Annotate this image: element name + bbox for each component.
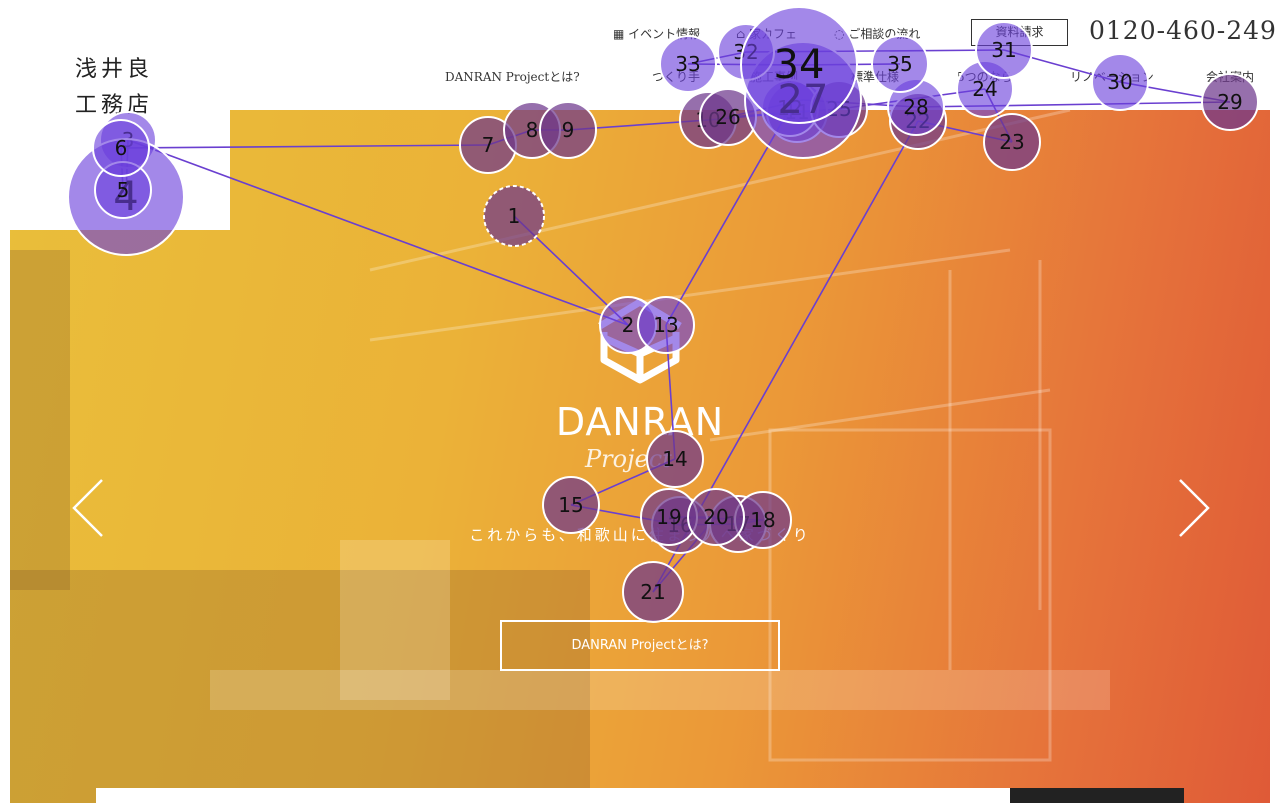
nav-builders[interactable]: つくり手 <box>652 68 700 85</box>
danran-house-logo <box>598 298 682 384</box>
nav-event-info-label: イベント情報 <box>628 27 701 41</box>
logo-line-1: 浅井良 <box>75 57 154 82</box>
scanpath-segment <box>838 88 986 110</box>
next-slide-arrow-icon[interactable] <box>1172 478 1212 538</box>
scanpath-segment <box>745 49 1005 53</box>
scanpath-segment <box>798 63 901 66</box>
nav-standard-spec[interactable]: 標準仕様 <box>851 68 899 85</box>
chat-icon: ◌ <box>834 27 845 41</box>
home-icon: ⌂ <box>736 27 746 41</box>
nav-five-reasons[interactable]: 5つのなら <box>957 68 1013 85</box>
nav-works[interactable]: 施工事例 <box>750 68 798 85</box>
search-bar-strip <box>96 788 1010 803</box>
nav-danran-project[interactable]: DANRAN Projectとは? <box>445 68 580 85</box>
nav-event-info[interactable]: ▦ イベント情報 <box>613 25 700 42</box>
hero-tagline: これからも、和歌山に住まう人へ家づくり <box>469 526 811 544</box>
nav-ie-cafe[interactable]: ⌂ 家カフェ <box>736 25 797 42</box>
logo-line-2: 工務店 <box>75 93 154 118</box>
phone-number[interactable]: 0120-460-249 <box>1089 16 1277 45</box>
fixation-label: 32 <box>733 40 758 64</box>
hero-brand-sub: Project <box>585 445 672 473</box>
calendar-icon: ▦ <box>613 27 625 41</box>
nav-consult-flow[interactable]: ◌ ご相談の流れ <box>834 25 920 42</box>
scanpath-segment <box>687 51 747 65</box>
nav-ie-cafe-label: 家カフェ <box>749 27 798 41</box>
nav-company[interactable]: 会社案内 <box>1206 68 1254 85</box>
scanpath-segment <box>802 99 917 108</box>
nav-renovation[interactable]: リノベーション <box>1070 68 1154 85</box>
site-logo[interactable]: 浅井良 工務店 <box>75 52 153 124</box>
hero-brand: DANRAN <box>555 400 725 444</box>
search-bar-button[interactable] <box>1010 788 1184 803</box>
scanpath-segment <box>687 63 800 66</box>
nav-consult-flow-label: ご相談の流れ <box>848 27 921 41</box>
scanpath-segment <box>1119 81 1231 103</box>
document-request-button[interactable]: 資料請求 <box>971 19 1068 46</box>
scanpath-segment <box>915 101 1231 108</box>
prev-slide-arrow-icon[interactable] <box>70 478 110 538</box>
hero-cta-button[interactable]: DANRAN Projectとは? <box>500 620 780 671</box>
